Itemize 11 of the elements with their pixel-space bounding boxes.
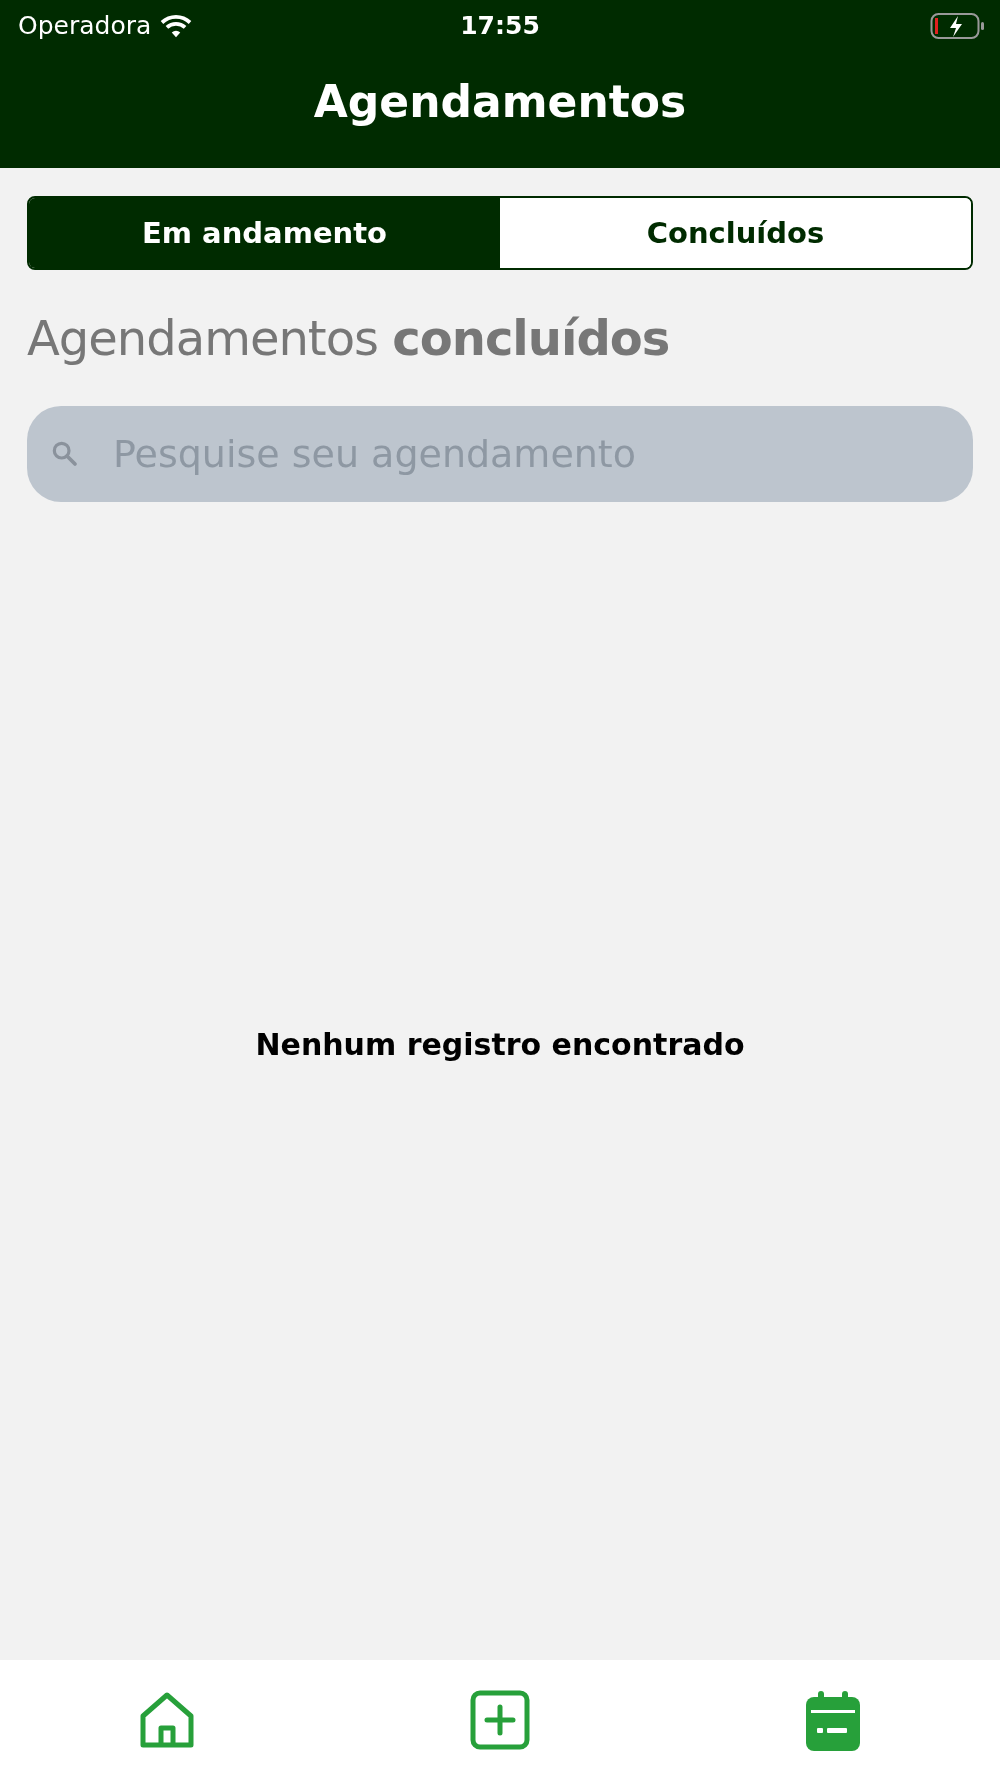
section-heading: Agendamentos concluídos [27, 310, 671, 366]
header-title: Agendamentos [313, 76, 687, 129]
battery-icon [930, 11, 986, 40]
add-icon[interactable] [470, 1690, 530, 1750]
tab[interactable]: Concluídos [500, 198, 971, 268]
empty-message: Nenhum registro encontrado [255, 1027, 745, 1064]
clock-time: 17:55 [460, 11, 540, 40]
tab[interactable]: Em andamento [29, 198, 500, 268]
calendar-icon[interactable] [805, 1690, 862, 1752]
wifi-icon [159, 12, 194, 39]
carrier-name: Operadora [18, 11, 152, 40]
